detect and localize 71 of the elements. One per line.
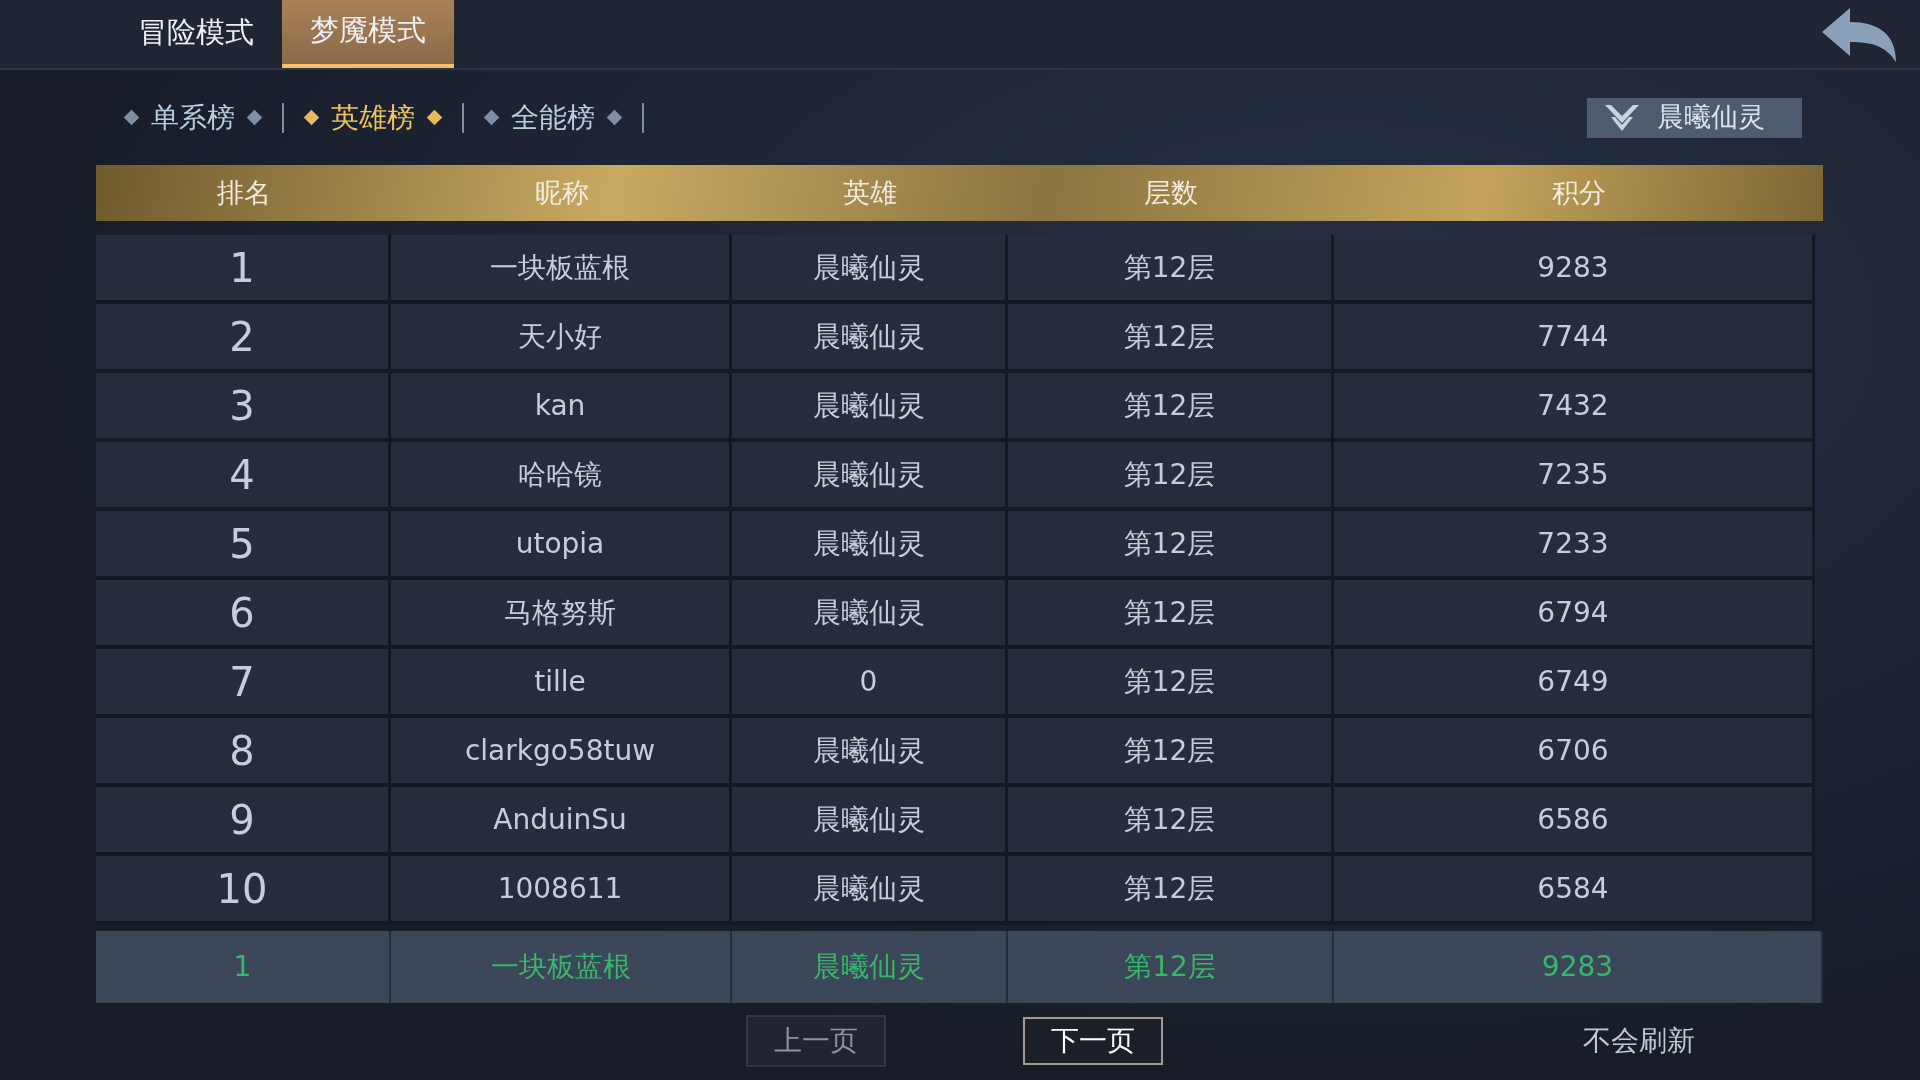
table-cell: 晨曦仙灵 [732, 304, 1008, 373]
table-cell: 6794 [1334, 580, 1815, 649]
column-header: 昵称 [533, 175, 590, 210]
table-cell: AnduinSu [391, 787, 732, 856]
table-cell: 第12层 [1008, 304, 1334, 373]
table-cell: kan [391, 373, 732, 442]
hero-filter-dropdown[interactable]: 晨曦仙灵 [1587, 97, 1802, 138]
board-tab[interactable]: 全能榜 [505, 96, 601, 139]
table-cell: 天小好 [391, 304, 732, 373]
table-cell: 第12层 [1008, 235, 1334, 304]
table-cell: 1008611 [391, 856, 732, 925]
table-cell: 6749 [1334, 649, 1815, 718]
table-cell: 晨曦仙灵 [732, 787, 1008, 856]
table-cell: 0 [732, 649, 1008, 718]
table-cell: 第12层 [1008, 649, 1334, 718]
page-button[interactable]: 下一页 [1023, 1017, 1163, 1065]
table-cell: 2 [96, 304, 391, 373]
my-rank-cell: 晨曦仙灵 [732, 931, 1008, 1003]
table-cell: 10 [96, 856, 391, 925]
my-rank-cell: 一块板蓝根 [391, 931, 732, 1003]
table-cell: 6586 [1334, 787, 1815, 856]
hero-filter-value: 晨曦仙灵 [1657, 100, 1765, 135]
column-header: 积分 [1550, 175, 1607, 210]
table-cell: tille [391, 649, 732, 718]
table-cell: 3 [96, 373, 391, 442]
column-header: 层数 [1143, 175, 1199, 210]
table-cell: 7744 [1334, 304, 1815, 373]
table-cell: 7 [96, 649, 391, 718]
my-rank-cell: 9283 [1334, 931, 1823, 1003]
table-cell: 晨曦仙灵 [732, 235, 1008, 304]
table-cell: 第12层 [1008, 442, 1334, 511]
table-cell: clarkgo58tuw [391, 718, 732, 787]
table-cell: 晨曦仙灵 [732, 373, 1008, 442]
board-tab[interactable]: 单系榜 [145, 96, 241, 139]
table-cell: 哈哈镜 [391, 442, 732, 511]
chevron-icon [1603, 102, 1641, 133]
table-cell: 第12层 [1008, 511, 1334, 580]
table-cell: 晨曦仙灵 [732, 580, 1008, 649]
table-cell: 6706 [1334, 718, 1815, 787]
table-cell: 7233 [1334, 511, 1815, 580]
table-cell: 一块板蓝根 [391, 235, 732, 304]
table-cell: 晨曦仙灵 [732, 442, 1008, 511]
table-cell: 晨曦仙灵 [732, 511, 1008, 580]
column-header: 排名 [215, 175, 272, 210]
table-cell: 第12层 [1008, 373, 1334, 442]
refresh-note: 不会刷新 [1583, 1023, 1695, 1059]
column-header: 英雄 [842, 175, 898, 210]
table-cell: 第12层 [1008, 856, 1334, 925]
table-cell: 9283 [1334, 235, 1815, 304]
mode-tab[interactable]: 冒险模式 [110, 0, 282, 68]
table-cell: 4 [96, 442, 391, 511]
table-cell: 第12层 [1008, 718, 1334, 787]
table-cell: 5 [96, 511, 391, 580]
table-cell: 6 [96, 580, 391, 649]
table-cell: 晨曦仙灵 [732, 718, 1008, 787]
table-cell: 7432 [1334, 373, 1815, 442]
table-cell: 9 [96, 787, 391, 856]
mode-tab[interactable]: 梦魇模式 [282, 0, 454, 68]
my-rank-cell: 1 [96, 931, 391, 1003]
table-cell: 8 [96, 718, 391, 787]
my-rank-cell: 第12层 [1008, 931, 1334, 1003]
table-cell: 第12层 [1008, 787, 1334, 856]
table-cell: 6584 [1334, 856, 1815, 925]
back-arrow-icon[interactable] [1820, 6, 1898, 64]
table-cell: 7235 [1334, 442, 1815, 511]
table-cell: utopia [391, 511, 732, 580]
table-cell: 马格努斯 [391, 580, 732, 649]
table-cell: 晨曦仙灵 [732, 856, 1008, 925]
table-cell: 第12层 [1008, 580, 1334, 649]
board-tab[interactable]: 英雄榜 [325, 96, 421, 139]
table-cell: 1 [96, 235, 391, 304]
